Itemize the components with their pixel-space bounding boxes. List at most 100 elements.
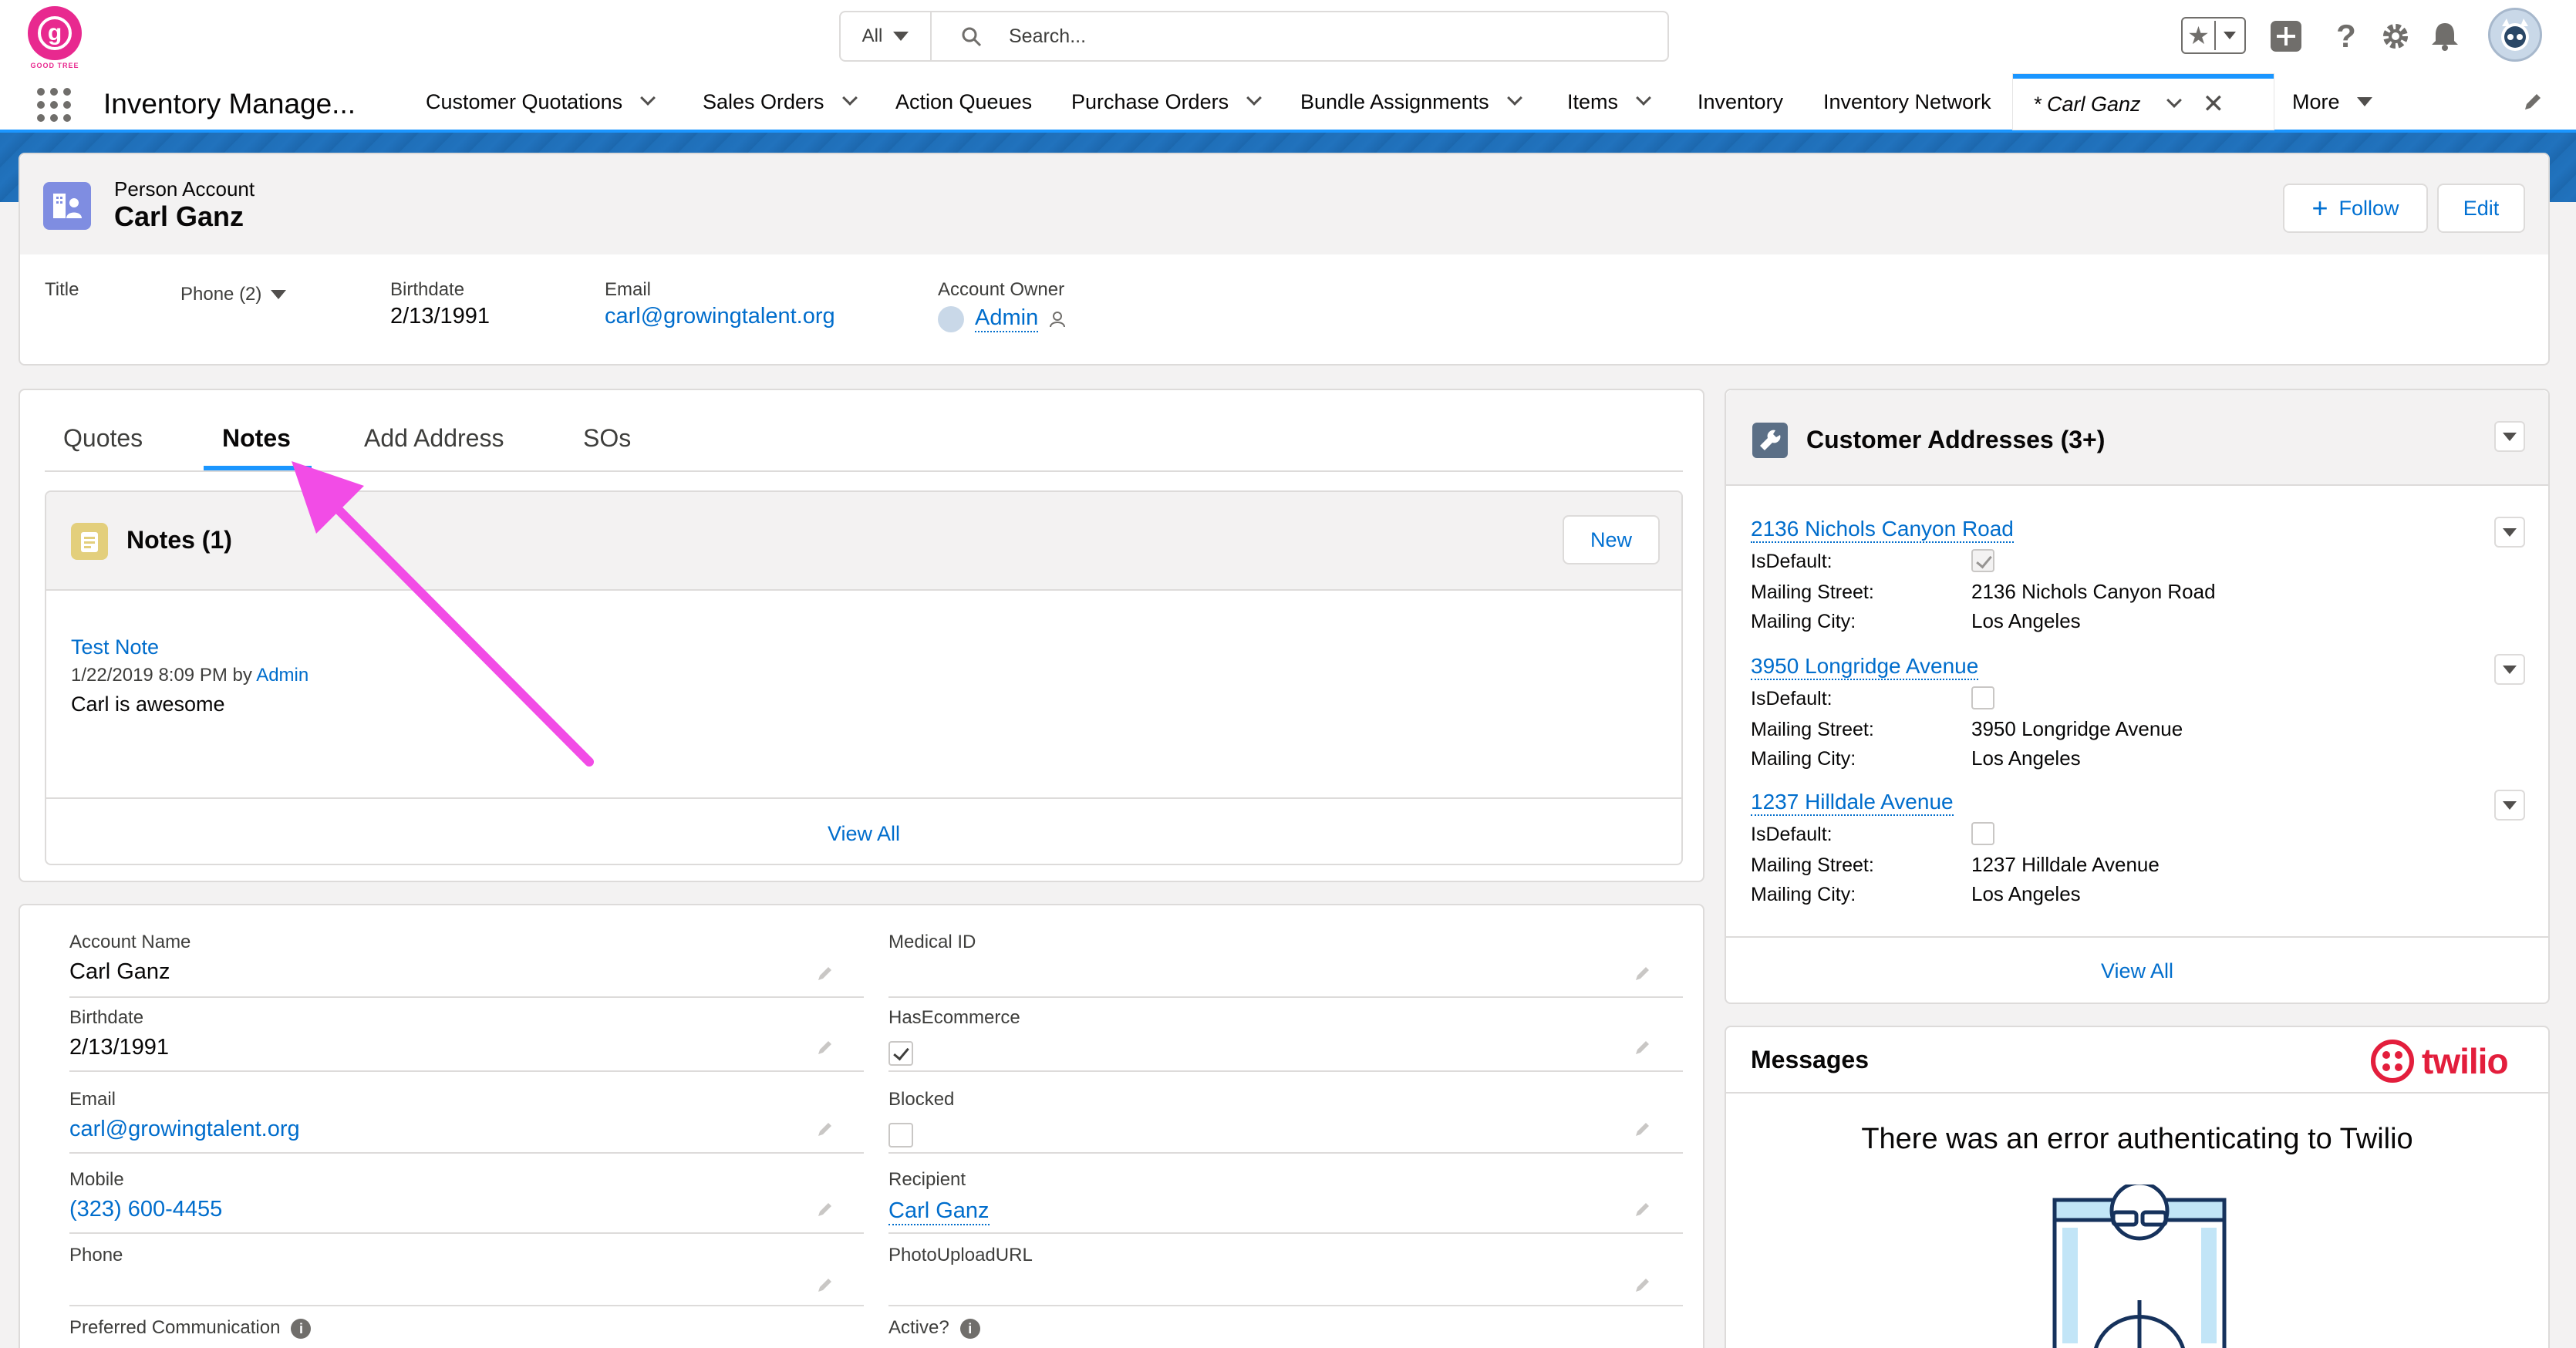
nav-item-label: Inventory — [1698, 89, 1784, 113]
chevron-down-icon[interactable] — [841, 90, 858, 106]
pencil-icon[interactable] — [1632, 1198, 1654, 1220]
tab-carl-ganz[interactable]: * Carl Ganz ✕ — [2013, 74, 2274, 130]
change-owner-icon[interactable] — [1049, 310, 1066, 329]
info-icon[interactable]: i — [959, 1318, 980, 1339]
tab-quotes[interactable]: Quotes — [63, 424, 143, 453]
company-logo[interactable]: g — [28, 6, 82, 60]
chevron-down-icon[interactable] — [640, 90, 656, 106]
birthdate-label: Birthdate — [69, 1007, 144, 1028]
user-avatar[interactable] — [2488, 8, 2542, 62]
favorites-button[interactable]: ★ — [2181, 17, 2246, 54]
info-icon[interactable]: i — [291, 1318, 312, 1339]
chevron-down-icon[interactable] — [2166, 93, 2182, 108]
pencil-icon[interactable] — [814, 1036, 836, 1058]
nav-item-inventory-network[interactable]: Inventory Network — [1823, 74, 1991, 130]
customer-addresses-card: Customer Addresses (3+) 2136 Nichols Can… — [1725, 389, 2550, 1004]
edit-nav-button[interactable] — [2522, 74, 2544, 130]
chevron-down-icon[interactable] — [1636, 90, 1651, 106]
nav-item-items[interactable]: Items — [1567, 74, 1651, 130]
pencil-icon[interactable] — [814, 1274, 836, 1296]
chevron-down-icon[interactable] — [1506, 90, 1522, 106]
new-note-button[interactable]: New — [1563, 515, 1660, 564]
isdefault-checkbox — [1971, 822, 1994, 845]
global-actions-button[interactable] — [2269, 17, 2303, 56]
search-scope-dropdown[interactable]: All — [841, 12, 932, 60]
pencil-icon[interactable] — [814, 1118, 836, 1140]
nav-item-customer-quotations[interactable]: Customer Quotations — [426, 74, 656, 130]
address-row-menu-button[interactable] — [2494, 517, 2525, 548]
blocked-label: Blocked — [888, 1089, 955, 1110]
birthdate-value: 2/13/1991 — [390, 304, 491, 329]
error-illustration-icon — [2052, 1185, 2227, 1348]
notes-view-all-link[interactable]: View All — [46, 822, 1681, 846]
nav-more-label: More — [2292, 89, 2340, 113]
help-icon[interactable]: ? — [2332, 17, 2360, 56]
twilio-error-message: There was an error authenticating to Twi… — [1861, 1123, 2413, 1155]
blocked-checkbox[interactable] — [888, 1123, 913, 1147]
person-account-icon — [43, 182, 91, 230]
edit-label: Edit — [2463, 196, 2500, 220]
follow-button[interactable]: + Follow — [2283, 184, 2428, 233]
addresses-view-all-link[interactable]: View All — [1726, 959, 2548, 983]
account-name-label: Account Name — [69, 932, 191, 952]
account-name-value: Carl Ganz — [69, 959, 170, 984]
edit-button[interactable]: Edit — [2437, 184, 2525, 233]
nav-more[interactable]: More — [2292, 74, 2372, 130]
address-link[interactable]: 1237 Hilldale Avenue — [1751, 790, 1954, 816]
owner-avatar — [938, 305, 964, 332]
twilio-wordmark: twilio — [2422, 1041, 2509, 1081]
search-input[interactable] — [1009, 20, 1641, 52]
astro-avatar-icon — [2501, 19, 2529, 51]
address-link[interactable]: 3950 Longridge Avenue — [1751, 654, 1979, 680]
notes-icon — [71, 523, 108, 560]
global-header: g GOOD TREE All ★ ? — [0, 0, 2576, 74]
nav-item-sales-orders[interactable]: Sales Orders — [703, 74, 858, 130]
owner-link[interactable]: Admin — [975, 305, 1039, 332]
isdefault-label: IsDefault: — [1751, 688, 1833, 709]
address-row-menu-button[interactable] — [2494, 790, 2525, 821]
street-value: 2136 Nichols Canyon Road — [1971, 580, 2216, 603]
nav-item-action-queues[interactable]: Action Queues — [895, 74, 1032, 130]
star-icon: ★ — [2183, 21, 2216, 50]
pencil-icon[interactable] — [1632, 1118, 1654, 1140]
city-label: Mailing City: — [1751, 884, 1856, 905]
preferred-communication-field: Preferred Communication i — [69, 1317, 312, 1339]
address-link[interactable]: 2136 Nichols Canyon Road — [1751, 517, 2014, 543]
pencil-icon[interactable] — [1632, 1036, 1654, 1058]
phone-dropdown[interactable]: Phone (2) — [180, 284, 287, 305]
field-divider — [69, 1232, 864, 1234]
chevron-down-icon — [2503, 665, 2517, 674]
note-meta: 1/22/2019 8:09 PM by Admin — [71, 665, 309, 686]
app-launcher-icon[interactable] — [37, 88, 71, 122]
chevron-down-icon[interactable] — [1246, 90, 1262, 106]
nav-item-label: Sales Orders — [703, 89, 824, 113]
email-link[interactable]: carl@growingtalent.org — [605, 304, 835, 329]
nav-item-label: Purchase Orders — [1071, 89, 1229, 113]
note-title-link[interactable]: Test Note — [71, 635, 159, 659]
email-link[interactable]: carl@growingtalent.org — [69, 1117, 300, 1142]
preferred-communication-label: Preferred Communication — [69, 1317, 281, 1338]
global-search: All — [839, 11, 1669, 62]
recipient-link[interactable]: Carl Ganz — [888, 1198, 990, 1225]
pencil-icon[interactable] — [1632, 962, 1654, 984]
mobile-link[interactable]: (323) 600-4455 — [69, 1197, 222, 1222]
messages-title: Messages — [1751, 1046, 1869, 1073]
address-row-menu-button[interactable] — [2494, 654, 2525, 685]
photo-upload-url-label: PhotoUploadURL — [888, 1245, 1033, 1265]
birthdate-value: 2/13/1991 — [69, 1035, 170, 1060]
nav-item-inventory[interactable]: Inventory — [1698, 74, 1783, 130]
addresses-menu-button[interactable] — [2494, 421, 2525, 452]
pencil-icon — [2525, 94, 2541, 110]
nav-item-bundle-assignments[interactable]: Bundle Assignments — [1300, 74, 1522, 130]
pencil-icon[interactable] — [814, 1198, 836, 1220]
setup-button[interactable] — [2379, 17, 2412, 56]
street-label: Mailing Street: — [1751, 854, 1874, 876]
notifications-button[interactable] — [2428, 17, 2462, 56]
chevron-down-icon — [271, 290, 287, 299]
close-icon[interactable]: ✕ — [2203, 89, 2225, 120]
pencil-icon[interactable] — [1632, 1274, 1654, 1296]
nav-item-purchase-orders[interactable]: Purchase Orders — [1071, 74, 1262, 130]
hasecommerce-checkbox[interactable] — [888, 1041, 913, 1066]
city-value: Los Angeles — [1971, 746, 2081, 770]
pencil-icon[interactable] — [814, 962, 836, 984]
